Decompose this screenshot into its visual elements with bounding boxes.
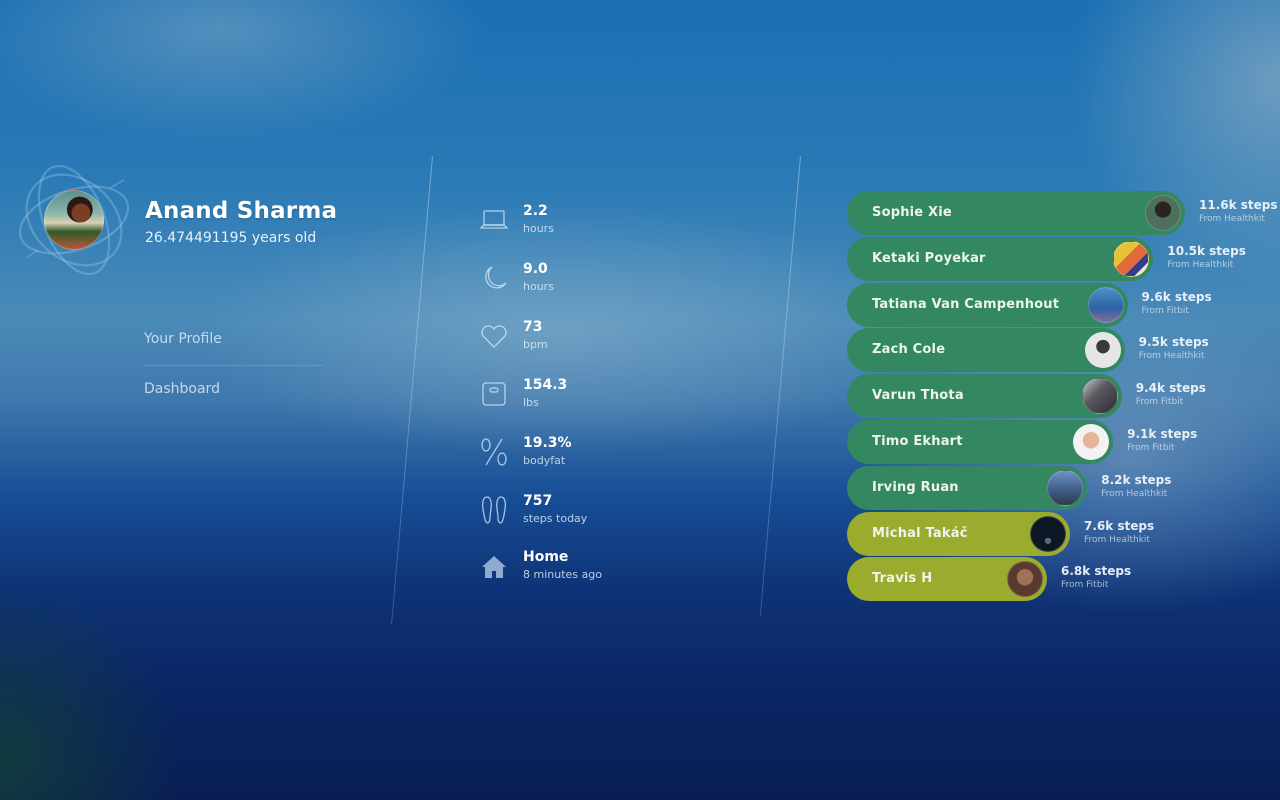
laptop-icon: [478, 204, 510, 236]
percent-icon: [478, 436, 510, 468]
leaderboard-pill[interactable]: Ketaki Poyekar: [847, 236, 1154, 281]
section-divider: [759, 156, 801, 617]
leaderboard-name: Varun Thota: [872, 388, 964, 404]
avatar[interactable]: [44, 190, 104, 250]
stat-steps: 757 steps today: [478, 490, 678, 534]
stat-bodyfat: 19.3% bodyfat: [478, 432, 678, 476]
leaderboard-name: Travis H: [872, 571, 933, 587]
stat-sleep: 9.0 hours: [478, 258, 678, 302]
data-source: From Fitbit: [1061, 580, 1109, 591]
data-source: From Fitbit: [1127, 443, 1175, 453]
step-count: 9.5k steps: [1138, 335, 1209, 350]
leaderboard-pill[interactable]: Travis H: [847, 557, 1047, 602]
home-icon: [478, 550, 510, 582]
stat-heart-rate: 73 bpm: [478, 316, 678, 360]
moon-icon: [478, 262, 510, 294]
leaderboard-pill[interactable]: Zach Cole: [847, 328, 1125, 373]
avatar[interactable]: [1073, 424, 1110, 460]
step-count: 9.6k steps: [1141, 289, 1212, 304]
scale-icon: [478, 378, 510, 410]
step-count: 8.2k steps: [1101, 472, 1172, 487]
data-source: From Healthkit: [1199, 214, 1265, 224]
avatar[interactable]: [1113, 240, 1150, 277]
data-source: From Healthkit: [1101, 488, 1168, 499]
sidebar-nav: Your Profile Dashboard: [144, 330, 324, 429]
nav-item-dashboard[interactable]: Dashboard: [144, 380, 324, 429]
leaderboard-name: Michal Takáč: [872, 525, 968, 541]
leaderboard-name: Zach Cole: [872, 342, 946, 358]
avatar[interactable]: [1145, 195, 1181, 231]
step-count: 11.6k steps: [1199, 198, 1278, 212]
step-count: 6.8k steps: [1061, 564, 1132, 579]
data-source: From Healthkit: [1167, 259, 1234, 270]
nav-divider: [144, 365, 324, 366]
stat-weight: 154.3 lbs: [478, 374, 678, 418]
avatar[interactable]: [1047, 469, 1084, 506]
step-count: 9.1k steps: [1127, 427, 1198, 441]
leaderboard-name: Ketaki Poyekar: [872, 250, 986, 266]
leaderboard-name: Irving Ruan: [872, 479, 959, 495]
step-count: 7.6k steps: [1084, 518, 1155, 533]
leaderboard-pill[interactable]: Irving Ruan: [847, 465, 1088, 510]
avatar[interactable]: [1007, 561, 1043, 598]
stat-location: Home 8 minutes ago: [478, 546, 678, 590]
footprints-icon: [478, 494, 510, 526]
leaderboard-pill[interactable]: Sophie Xie: [847, 191, 1185, 235]
leaderboard-pill[interactable]: Timo Ekhart: [847, 420, 1114, 464]
leaderboard-pill[interactable]: Tatiana Van Campenhout: [847, 282, 1128, 327]
heart-icon: [478, 320, 510, 352]
step-count: 9.4k steps: [1135, 381, 1206, 396]
avatar[interactable]: [1081, 378, 1118, 415]
leaderboard-name: Timo Ekhart: [872, 434, 963, 449]
section-divider: [391, 156, 433, 625]
leaderboard-pill[interactable]: Varun Thota: [847, 374, 1122, 419]
leaderboard-pill[interactable]: Michal Takáč: [847, 511, 1070, 556]
avatar[interactable]: [1030, 515, 1066, 552]
profile-name: Anand Sharma: [145, 198, 338, 224]
stat-screen-time: 2.2 hours: [478, 200, 678, 244]
avatar[interactable]: [1087, 286, 1124, 323]
data-source: From Healthkit: [1084, 534, 1150, 545]
leaderboard-name: Tatiana Van Campenhout: [872, 296, 1060, 312]
leaderboard-name: Sophie Xie: [872, 205, 952, 220]
avatar[interactable]: [1084, 332, 1121, 369]
step-count: 10.5k steps: [1167, 243, 1246, 258]
profile-age: 26.474491195 years old: [145, 230, 317, 246]
data-source: From Fitbit: [1135, 397, 1184, 408]
data-source: From Fitbit: [1141, 305, 1189, 316]
data-source: From Healthkit: [1138, 351, 1205, 362]
nav-item-your-profile[interactable]: Your Profile: [144, 330, 324, 379]
